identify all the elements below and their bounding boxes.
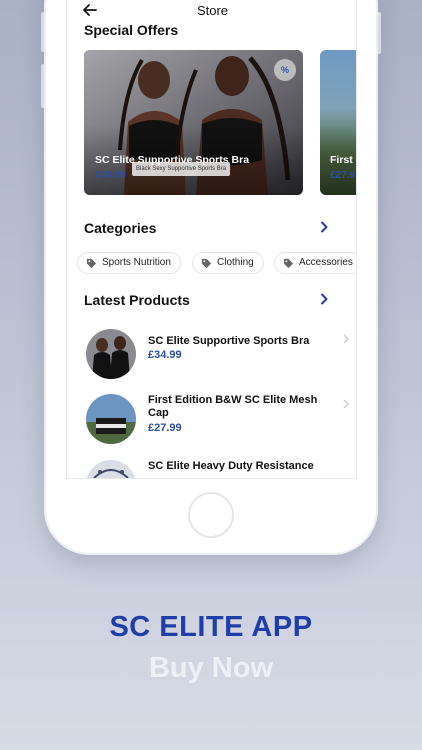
product-name: First Edition B&W SC Elite Mesh Cap — [148, 394, 318, 419]
chevron-right-icon[interactable] — [319, 293, 329, 305]
category-label: Sports Nutrition — [102, 257, 171, 268]
product-row[interactable]: First Edition B&W SC Elite Mesh Cap £27.… — [84, 390, 354, 446]
offer-name: First E — [330, 154, 356, 166]
tag-icon — [283, 258, 294, 269]
page-title: Store — [196, 3, 229, 18]
product-row[interactable]: SC Elite Heavy Duty Resistance — [84, 456, 354, 478]
categories-heading: Categories — [84, 220, 157, 236]
tag-icon — [201, 258, 212, 269]
offer-price: £27.9 — [330, 170, 356, 181]
tag-icon — [86, 258, 97, 269]
category-chip-sports-nutrition[interactable]: Sports Nutrition — [77, 252, 181, 274]
promo-title: SC ELITE APP — [109, 611, 313, 643]
product-name: SC Elite Heavy Duty Resistance — [148, 460, 314, 472]
app-screen: Store Special Offers % Black Sexy Suppor… — [66, 0, 357, 479]
home-button — [188, 492, 234, 538]
product-price: £34.99 — [148, 349, 182, 361]
product-row[interactable]: SC Elite Supportive Sports Bra £34.99 — [84, 325, 354, 381]
chevron-right-icon — [343, 334, 349, 344]
special-offers-heading: Special Offers — [84, 22, 179, 38]
chevron-right-icon[interactable] — [319, 221, 329, 233]
category-chip-clothing[interactable]: Clothing — [192, 252, 264, 274]
promo-subtitle: Buy Now — [148, 652, 274, 684]
offer-card[interactable]: First E £27.9 — [320, 50, 356, 195]
category-label: Accessories — [299, 257, 353, 268]
product-name: SC Elite Supportive Sports Bra — [148, 335, 310, 347]
nav-bar: Store — [67, 0, 356, 20]
percent-icon: % — [274, 59, 296, 81]
product-thumbnail — [86, 394, 136, 444]
category-label: Clothing — [217, 257, 254, 268]
latest-products-heading: Latest Products — [84, 292, 190, 308]
offer-price: £34.99 — [95, 170, 126, 181]
offer-name: SC Elite Supportive Sports Bra — [95, 154, 250, 166]
offer-card[interactable]: % Black Sexy Supportive Sports Bra SC El… — [84, 50, 303, 195]
chevron-right-icon — [343, 399, 349, 409]
product-price: £27.99 — [148, 422, 182, 434]
category-chip-accessories[interactable]: Accessories — [274, 252, 356, 274]
product-thumbnail — [86, 460, 136, 478]
product-thumbnail — [86, 329, 136, 379]
